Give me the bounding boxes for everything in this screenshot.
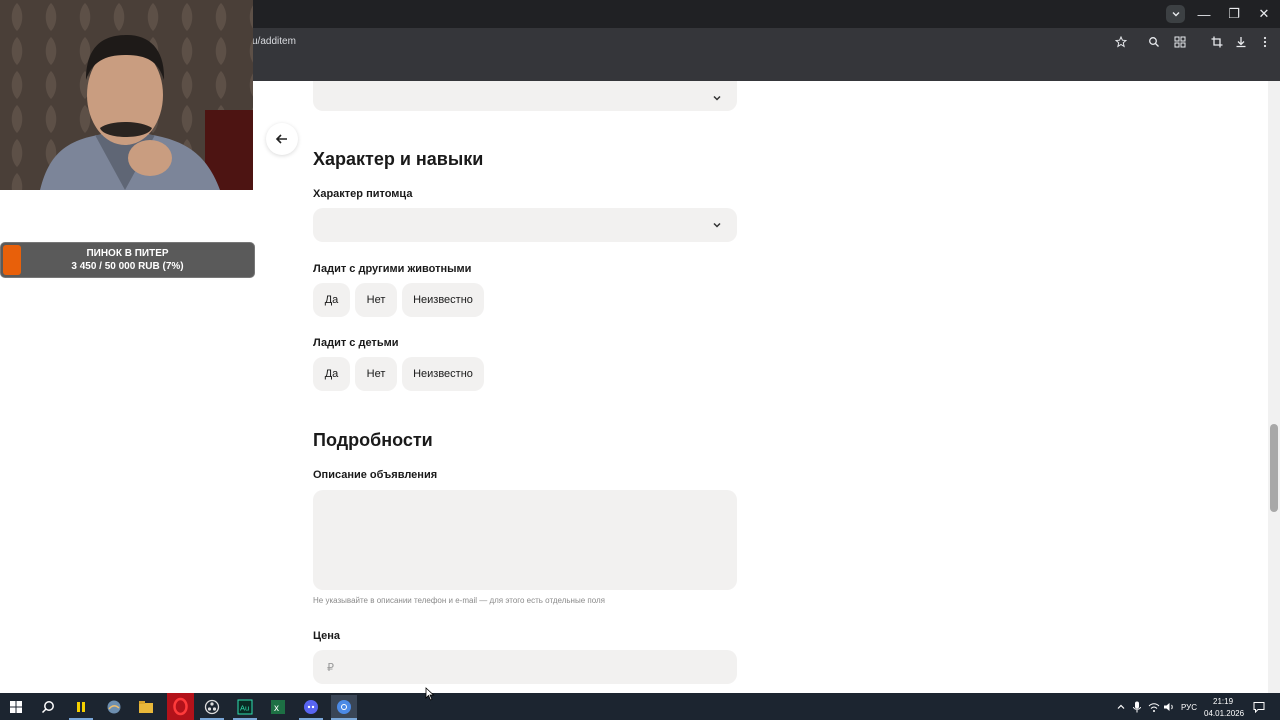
- search-icon[interactable]: [1146, 34, 1162, 50]
- restore-button[interactable]: ❐: [1219, 0, 1249, 28]
- section-title-details: Подробности: [313, 430, 433, 450]
- extensions-grid-icon[interactable]: [1172, 34, 1188, 50]
- mouse-cursor: [425, 687, 435, 706]
- excel-app-icon[interactable]: x: [267, 696, 289, 718]
- with-kids-label: Ладит с детьми: [313, 337, 399, 349]
- clock-date[interactable]: 04.01.2026: [1204, 709, 1244, 718]
- svg-text:x: x: [274, 703, 279, 714]
- price-label: Цена: [313, 630, 341, 642]
- file-explorer-icon[interactable]: [135, 696, 157, 718]
- page-scrollbar[interactable]: [1268, 81, 1280, 693]
- pet-character-label: Характер питомца: [313, 188, 413, 200]
- with-animals-unknown[interactable]: Неизвестно: [402, 283, 484, 317]
- opera-app-icon[interactable]: [167, 693, 194, 720]
- description-label: Описание объявления: [313, 469, 438, 481]
- description-hint: Не указывайте в описании телефон и e-mai…: [313, 596, 605, 605]
- tab-search-button[interactable]: [1166, 5, 1185, 23]
- chevron-down-icon: [713, 95, 721, 101]
- notifications-icon[interactable]: [1248, 696, 1270, 718]
- clock-time[interactable]: 21:19: [1213, 697, 1233, 706]
- with-kids-unknown[interactable]: Неизвестно: [402, 357, 484, 391]
- donation-title: ПИНОК В ПИТЕР: [86, 248, 169, 259]
- section-title-character: Характер и навыки: [313, 149, 484, 169]
- with-animals-label: Ладит с другими животными: [313, 263, 472, 275]
- svg-text:Au: Au: [240, 704, 249, 713]
- donation-goal-widget: ПИНОК В ПИТЕР 3 450 / 50 000 RUB (7%): [0, 242, 255, 278]
- scrollbar-thumb[interactable]: [1270, 424, 1278, 512]
- app-globe-icon[interactable]: [103, 696, 125, 718]
- obs-yellow-app-icon[interactable]: [70, 696, 92, 718]
- more-menu-icon[interactable]: [1257, 34, 1273, 50]
- pet-character-select[interactable]: [313, 208, 737, 242]
- volume-icon[interactable]: [1158, 696, 1180, 718]
- previous-select-field[interactable]: [313, 81, 737, 111]
- donation-amount: 3 450 / 50 000 RUB (7%): [71, 261, 184, 272]
- windows-start-icon[interactable]: [5, 696, 27, 718]
- close-window-button[interactable]: ✕: [1249, 0, 1279, 28]
- discord-app-icon[interactable]: [300, 696, 322, 718]
- download-icon[interactable]: [1233, 34, 1249, 50]
- bookmark-star-icon[interactable]: [1113, 34, 1129, 50]
- description-textarea[interactable]: [313, 490, 737, 590]
- taskbar-search-icon[interactable]: [37, 696, 59, 718]
- with-animals-yes[interactable]: Да: [313, 283, 350, 317]
- obs-studio-icon[interactable]: [201, 696, 223, 718]
- with-animals-no[interactable]: Нет: [355, 283, 397, 317]
- chevron-down-icon: [713, 222, 721, 228]
- address-bar[interactable]: u/additem: [252, 36, 296, 47]
- back-button[interactable]: [266, 123, 298, 155]
- arrow-left-icon: [275, 134, 287, 144]
- minimize-button[interactable]: —: [1189, 0, 1219, 28]
- webcam-overlay: [0, 0, 253, 190]
- with-kids-no[interactable]: Нет: [355, 357, 397, 391]
- webcam-streamer-image: [0, 0, 253, 190]
- price-input[interactable]: ₽: [313, 650, 737, 684]
- with-kids-yes[interactable]: Да: [313, 357, 350, 391]
- chrome-active-app-icon[interactable]: [331, 695, 357, 719]
- audition-app-icon[interactable]: Au: [234, 696, 256, 718]
- language-indicator[interactable]: РУС: [1181, 703, 1197, 712]
- crop-icon[interactable]: [1209, 34, 1225, 50]
- chevron-down-icon: [1172, 12, 1179, 17]
